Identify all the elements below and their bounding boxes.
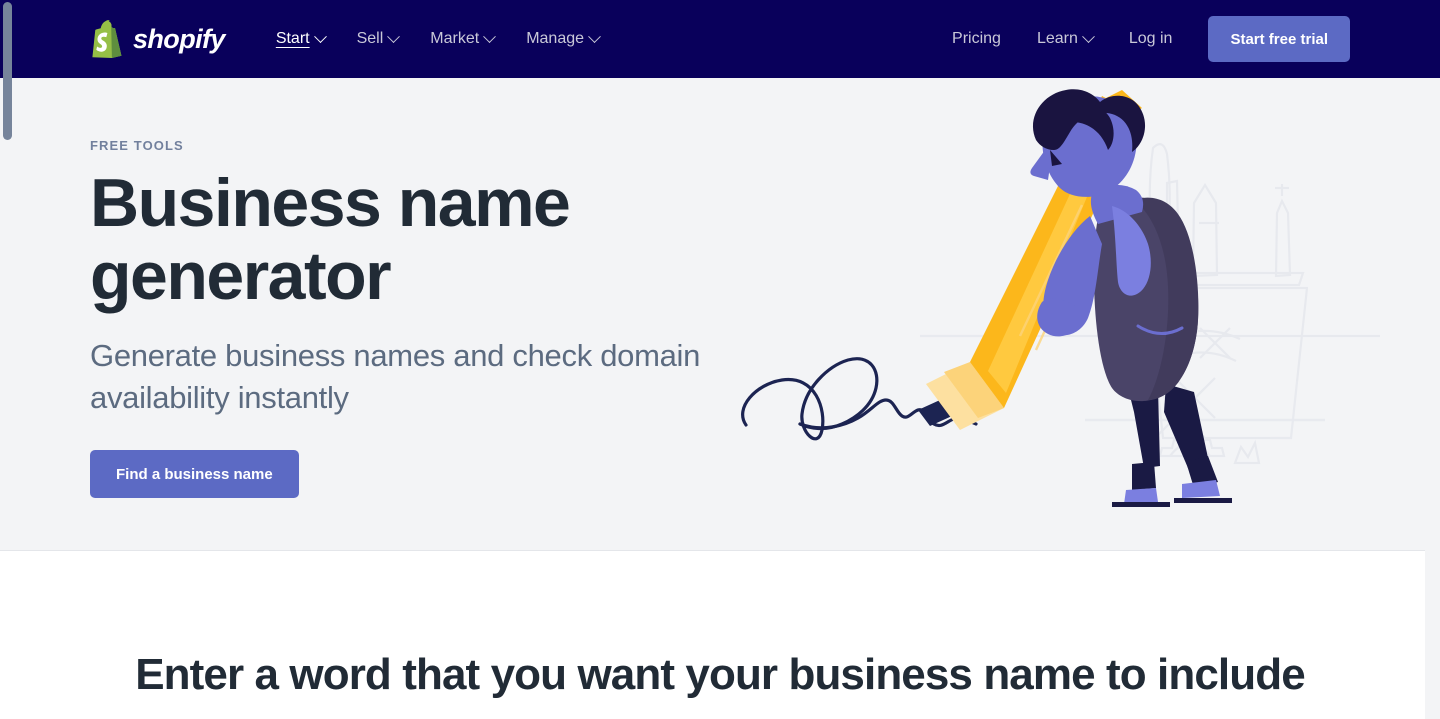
background-sketch-icon bbox=[920, 143, 1380, 465]
hero-section: FREE TOOLS Business name generator Gener… bbox=[0, 78, 1440, 551]
nav-link-sell-label: Sell bbox=[356, 30, 384, 47]
person-illustration bbox=[1030, 89, 1232, 507]
nav-link-learn-label: Learn bbox=[1036, 30, 1078, 47]
top-navigation-bar: shopify Start Sell Market Manage Pricing… bbox=[0, 0, 1440, 78]
enter-word-section: Enter a word that you want your business… bbox=[0, 552, 1440, 719]
nav-link-pricing-label: Pricing bbox=[952, 30, 1001, 47]
nav-link-manage[interactable]: Manage bbox=[510, 19, 615, 59]
hero-subtitle: Generate business names and check domain… bbox=[90, 337, 701, 416]
nav-link-pricing[interactable]: Pricing bbox=[934, 19, 1019, 59]
vertical-scrollbar-track[interactable] bbox=[1425, 0, 1440, 719]
scribble-path-icon bbox=[741, 357, 978, 441]
scrollbar-track-top-fill bbox=[1425, 0, 1440, 78]
chevron-down-icon bbox=[313, 29, 327, 43]
page-root: shopify Start Sell Market Manage Pricing… bbox=[0, 0, 1440, 719]
primary-nav-links: Start Sell Market Manage bbox=[260, 19, 615, 59]
shopify-wordmark: shopify bbox=[133, 23, 225, 54]
chevron-down-icon bbox=[483, 29, 497, 43]
vertical-scrollbar-thumb[interactable] bbox=[3, 2, 12, 140]
hero-eyebrow: FREE TOOLS bbox=[90, 138, 184, 153]
chevron-down-icon bbox=[1081, 29, 1095, 43]
nav-link-login[interactable]: Log in bbox=[1111, 19, 1191, 59]
hero-copy-block: FREE TOOLS Business name generator Gener… bbox=[90, 138, 730, 499]
nav-link-market[interactable]: Market bbox=[414, 19, 510, 59]
hero-illustration bbox=[730, 88, 1380, 550]
giant-pencil-icon bbox=[918, 90, 1142, 430]
nav-link-manage-label: Manage bbox=[526, 30, 585, 47]
nav-link-sell[interactable]: Sell bbox=[341, 19, 415, 59]
nav-link-market-label: Market bbox=[430, 30, 480, 47]
hero-title-line-2: generator bbox=[90, 237, 392, 314]
shopify-logo[interactable]: shopify bbox=[90, 20, 225, 58]
section-heading: Enter a word that you want your business… bbox=[135, 650, 1305, 699]
chevron-down-icon bbox=[387, 29, 401, 43]
hero-title-line-1: Business name bbox=[90, 165, 571, 241]
find-a-business-name-button[interactable]: Find a business name bbox=[90, 450, 299, 499]
nav-link-start[interactable]: Start bbox=[260, 19, 341, 59]
nav-link-start-label: Start bbox=[275, 30, 310, 47]
nav-right-group: Pricing Learn Log in Start free trial bbox=[934, 16, 1350, 62]
nav-left-group: shopify Start Sell Market Manage bbox=[90, 19, 615, 59]
page-title: Business name generator bbox=[90, 167, 730, 313]
shopify-bag-icon bbox=[90, 20, 124, 58]
chevron-down-icon bbox=[588, 29, 601, 43]
nav-link-learn[interactable]: Learn bbox=[1019, 19, 1111, 59]
nav-link-login-label: Log in bbox=[1128, 30, 1173, 47]
start-free-trial-button[interactable]: Start free trial bbox=[1208, 16, 1350, 62]
